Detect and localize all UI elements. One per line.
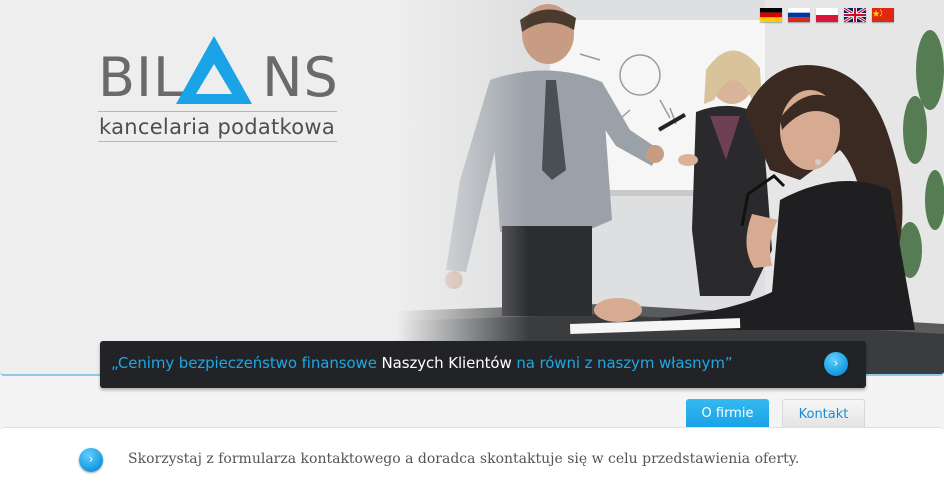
flag-de-icon[interactable] (760, 8, 782, 22)
quote-highlight: Naszych Klientów (381, 354, 512, 372)
chevron-right-icon: › (833, 356, 839, 370)
content-panel: › Skorzystaj z formularza kontaktowego a… (0, 427, 944, 499)
flag-cn-icon[interactable] (872, 8, 894, 22)
language-selector (760, 8, 894, 22)
logo-text-part2: NS (262, 46, 339, 109)
flag-gb-icon[interactable] (844, 8, 866, 22)
flag-pl-icon[interactable] (816, 8, 838, 22)
quote-next-button[interactable]: › (824, 352, 848, 376)
quote-banner: „Cenimy bezpieczeństwo finansowe Naszych… (100, 341, 866, 388)
logo[interactable]: BIL NS kancelaria podatkowa (98, 34, 338, 144)
chevron-right-icon: › (88, 452, 94, 466)
tab-o-firmie[interactable]: O firmie (686, 399, 769, 427)
flag-ru-icon[interactable] (788, 8, 810, 22)
logo-triangle-icon (176, 36, 252, 104)
quote-text-part1: „Cenimy bezpieczeństwo finansowe (111, 354, 382, 372)
tab-kontakt[interactable]: Kontakt (782, 399, 865, 427)
quote-text-part2: na równi z naszym własnym” (511, 354, 733, 372)
logo-tagline: kancelaria podatkowa (98, 111, 338, 142)
contact-info-text: Skorzystaj z formularza kontaktowego a d… (128, 451, 800, 467)
contact-form-button[interactable]: › (79, 448, 103, 472)
quote-text: „Cenimy bezpieczeństwo finansowe Naszych… (111, 354, 733, 372)
hero-banner: BIL NS kancelaria podatkowa (0, 0, 944, 376)
logo-text-part1: BIL (98, 46, 185, 109)
